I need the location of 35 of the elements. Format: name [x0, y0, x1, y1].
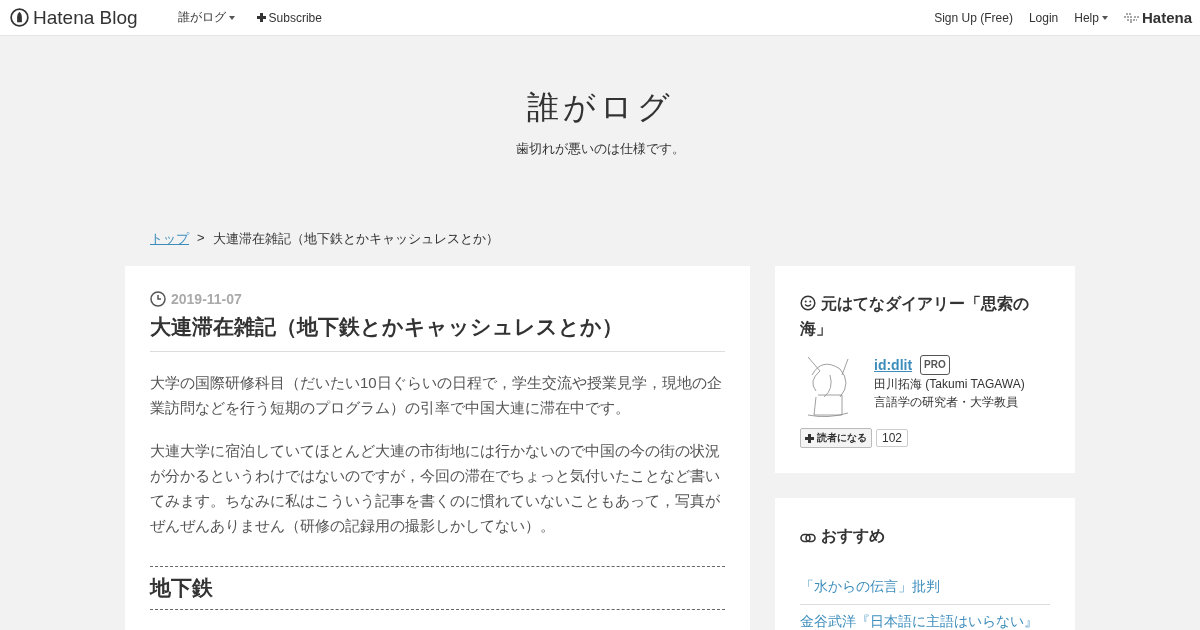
- breadcrumb-link[interactable]: トップ: [150, 230, 189, 248]
- header-link[interactable]: Login: [1028, 10, 1059, 25]
- hatena-mark-icon: [1123, 12, 1139, 23]
- logo-icon: [10, 8, 29, 27]
- article-title[interactable]: 大連滞在雑記（地下鉄とかキャッシュレスとか）: [150, 313, 725, 352]
- profile-name: 田川拓海 (Takumi TAGAWA): [874, 376, 1025, 393]
- section-heading: 地下鉄: [150, 566, 725, 610]
- breadcrumb-separator: >: [197, 230, 205, 245]
- link-icon: [800, 533, 816, 543]
- subscribe-button[interactable]: 読者になる: [800, 428, 872, 448]
- caret-icon: [228, 15, 235, 20]
- breadcrumb-current: 大連滞在雑記（地下鉄とかキャッシュレスとか）: [212, 230, 499, 248]
- help-menu[interactable]: Help: [1074, 10, 1108, 25]
- smiley-icon: [800, 295, 816, 311]
- plus-icon: [256, 13, 266, 22]
- header-link[interactable]: Sign Up (Free): [934, 10, 1013, 25]
- pro-badge: PRO: [920, 355, 950, 375]
- blog-description: 歯切れが悪いのは仕様です。: [515, 140, 685, 158]
- recommend-heading: おすすめ: [800, 523, 1050, 548]
- subscribe-link[interactable]: Subscribe: [256, 10, 322, 25]
- article-paragraph: 大学の国際研修科目（だいたい10日ぐらいの日程で，学生交流や授業見学，現地の企業訪問などを行う短期のプログラム）の引率で中国大連に滞在中です。: [150, 373, 723, 418]
- subscriber-count: 102: [876, 429, 909, 447]
- user-id-link[interactable]: id:dlit: [874, 356, 913, 374]
- clock-icon: [150, 291, 166, 307]
- hatena-blog-logo[interactable]: Hatena Blog: [10, 6, 138, 29]
- profile-heading: 元はてなダイアリー「思索の海」: [800, 294, 1030, 339]
- hatena-logo[interactable]: Hatena: [1123, 9, 1192, 26]
- blog-title[interactable]: 誰がログ: [526, 86, 674, 130]
- plus-icon: [805, 433, 814, 443]
- recommended-link[interactable]: 「水からの伝言」批判: [800, 570, 1050, 605]
- caret-icon: [1101, 15, 1108, 20]
- blog-menu[interactable]: 誰がログ: [177, 9, 235, 26]
- article-paragraph: 大連大学に宿泊していてほとんど大連の市街地には行かないので中国の今の街の状況が分かるというわけではないのですが，今回の滞在でちょっと気付いたことなど書いてみます。ちなみに私はこういう記事を書くのに慣れていないこともあって，写真がぜんぜんありません（研修の記録用の撮影しかしてない）。: [150, 441, 721, 536]
- profile-bio: 言語学の研究者・大学教員: [874, 394, 1019, 411]
- recommended-link[interactable]: 金谷武洋『日本語に主語はいらない』: [800, 605, 1050, 630]
